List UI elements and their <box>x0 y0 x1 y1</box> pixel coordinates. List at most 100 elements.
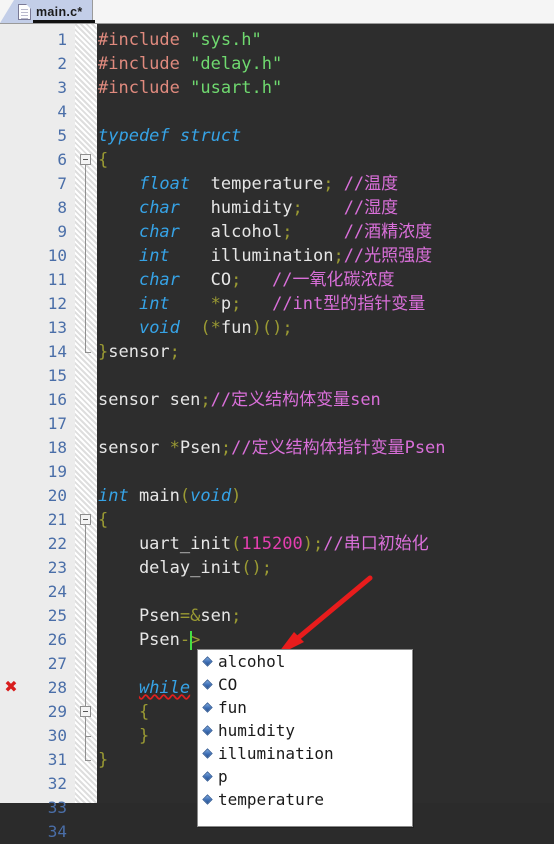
line-number: 11 <box>47 270 67 289</box>
code-line[interactable]: #include "usart.h" <box>97 76 554 100</box>
code-token: } <box>138 726 150 746</box>
autocomplete-popup[interactable]: alcohol CO fun humidity illumination p tempera… <box>197 649 413 827</box>
code-line[interactable] <box>97 460 554 484</box>
code-line[interactable]: float temperature; //温度 <box>97 172 554 196</box>
code-token: sen <box>200 606 232 626</box>
code-token: fun <box>220 318 252 338</box>
code-line[interactable]: int *p; //int型的指针变量 <box>97 292 554 316</box>
code-line[interactable]: #include "sys.h" <box>97 28 554 52</box>
member-cube-icon <box>202 679 214 690</box>
line-number: 16 <box>47 390 67 409</box>
code-token: ; <box>282 222 293 242</box>
code-token: alcohol <box>179 222 283 242</box>
fold-toggle-icon[interactable] <box>80 154 91 165</box>
line-number: 27 <box>47 654 67 673</box>
code-line[interactable]: char alcohol; //酒精浓度 <box>97 220 554 244</box>
member-cube-icon <box>202 725 214 736</box>
line-number: 26 <box>47 630 67 649</box>
line-number: 25 <box>47 606 67 625</box>
code-token: * <box>169 438 180 458</box>
fold-range-end <box>85 760 91 761</box>
code-line[interactable]: sensor *Psen;//定义结构体指针变量Psen <box>97 436 554 460</box>
code-line[interactable]: delay_init(); <box>97 556 554 580</box>
code-line[interactable]: char CO; //一氧化碳浓度 <box>97 268 554 292</box>
code-line[interactable]: Psen=&sen; <box>97 604 554 628</box>
code-token: //湿度 <box>302 198 399 218</box>
fold-range-line <box>85 717 86 736</box>
code-line[interactable]: int illumination;//光照强度 <box>97 244 554 268</box>
line-number: 4 <box>57 102 67 121</box>
text-caret <box>189 631 192 650</box>
code-line[interactable]: sensor sen;//定义结构体变量sen <box>97 388 554 412</box>
code-token: { <box>98 150 109 170</box>
code-line[interactable] <box>97 364 554 388</box>
code-line[interactable]: typedef struct <box>97 124 554 148</box>
fold-toggle-icon[interactable] <box>80 706 91 717</box>
line-number: 29 <box>47 702 67 721</box>
code-token: } <box>98 750 109 770</box>
code-token: main <box>128 486 180 506</box>
line-number: 3 <box>57 78 67 97</box>
code-folding-bar[interactable] <box>75 24 97 803</box>
code-token: ; <box>231 606 242 626</box>
code-token: ( <box>179 486 191 506</box>
editor-pane: ✖ 1 2 3 4 5 6 7 8 9 10 11 12 13 14 15 16 17 18 19 20 21 22 23 2… <box>0 24 554 841</box>
code-token: humidity <box>179 198 293 218</box>
code-token: "sys.h" <box>190 30 262 50</box>
line-number: 18 <box>47 438 67 457</box>
code-token: sensor sen <box>98 390 201 410</box>
autocomplete-item[interactable]: CO <box>198 673 412 696</box>
autocomplete-item-label: illumination <box>218 744 334 763</box>
fold-range-end <box>85 352 91 353</box>
code-token: //定义结构体指针变量Psen <box>231 438 446 458</box>
code-token: ; <box>261 558 273 578</box>
autocomplete-item[interactable]: illumination <box>198 742 412 765</box>
code-token: //定义结构体变量sen <box>210 390 381 410</box>
code-token: int <box>138 294 170 314</box>
code-line[interactable]: void (*fun)(); <box>97 316 554 340</box>
line-number: 32 <box>47 774 67 793</box>
line-number: 8 <box>57 198 67 217</box>
code-token: ; <box>231 294 242 314</box>
code-line[interactable]: { <box>97 508 554 532</box>
autocomplete-item[interactable]: p <box>198 765 412 788</box>
line-number: 31 <box>47 750 67 769</box>
code-token: } <box>98 342 109 362</box>
code-line[interactable]: { <box>97 148 554 172</box>
line-number: 6 <box>57 150 67 169</box>
code-token: ; <box>220 438 232 458</box>
code-line[interactable] <box>97 580 554 604</box>
code-line[interactable]: int main(void) <box>97 484 554 508</box>
code-token: //int型的指针变量 <box>241 294 426 314</box>
c-file-icon <box>18 3 31 20</box>
line-number: 7 <box>57 174 67 193</box>
autocomplete-item-label: CO <box>218 675 238 694</box>
fold-toggle-icon[interactable] <box>80 514 91 525</box>
autocomplete-item[interactable]: humidity <box>198 719 412 742</box>
autocomplete-item[interactable]: fun <box>198 696 412 719</box>
code-token: char <box>138 222 180 242</box>
code-line[interactable]: #include "delay.h" <box>97 52 554 76</box>
line-number-gutter[interactable]: ✖ 1 2 3 4 5 6 7 8 9 10 11 12 13 14 15 16 17 18 19 20 21 22 23 2… <box>0 24 75 841</box>
line-number: 10 <box>47 246 67 265</box>
code-line[interactable]: }sensor; <box>97 340 554 364</box>
code-line[interactable]: uart_init(115200);//串口初始化 <box>97 532 554 556</box>
autocomplete-item-label: alcohol <box>218 652 286 671</box>
line-number: 19 <box>47 462 67 481</box>
code-token: #include <box>98 30 191 50</box>
code-token: while <box>138 678 191 698</box>
autocomplete-item[interactable]: alcohol <box>198 650 412 673</box>
code-token: typedef struct <box>98 126 242 146</box>
code-token: * <box>210 318 221 338</box>
code-token: { <box>138 702 150 722</box>
line-number: 17 <box>47 414 67 433</box>
autocomplete-item[interactable]: temperature <box>198 788 412 811</box>
code-token: sensor <box>98 438 170 458</box>
code-line[interactable] <box>97 412 554 436</box>
code-line[interactable] <box>97 100 554 124</box>
code-line[interactable]: char humidity; //湿度 <box>97 196 554 220</box>
